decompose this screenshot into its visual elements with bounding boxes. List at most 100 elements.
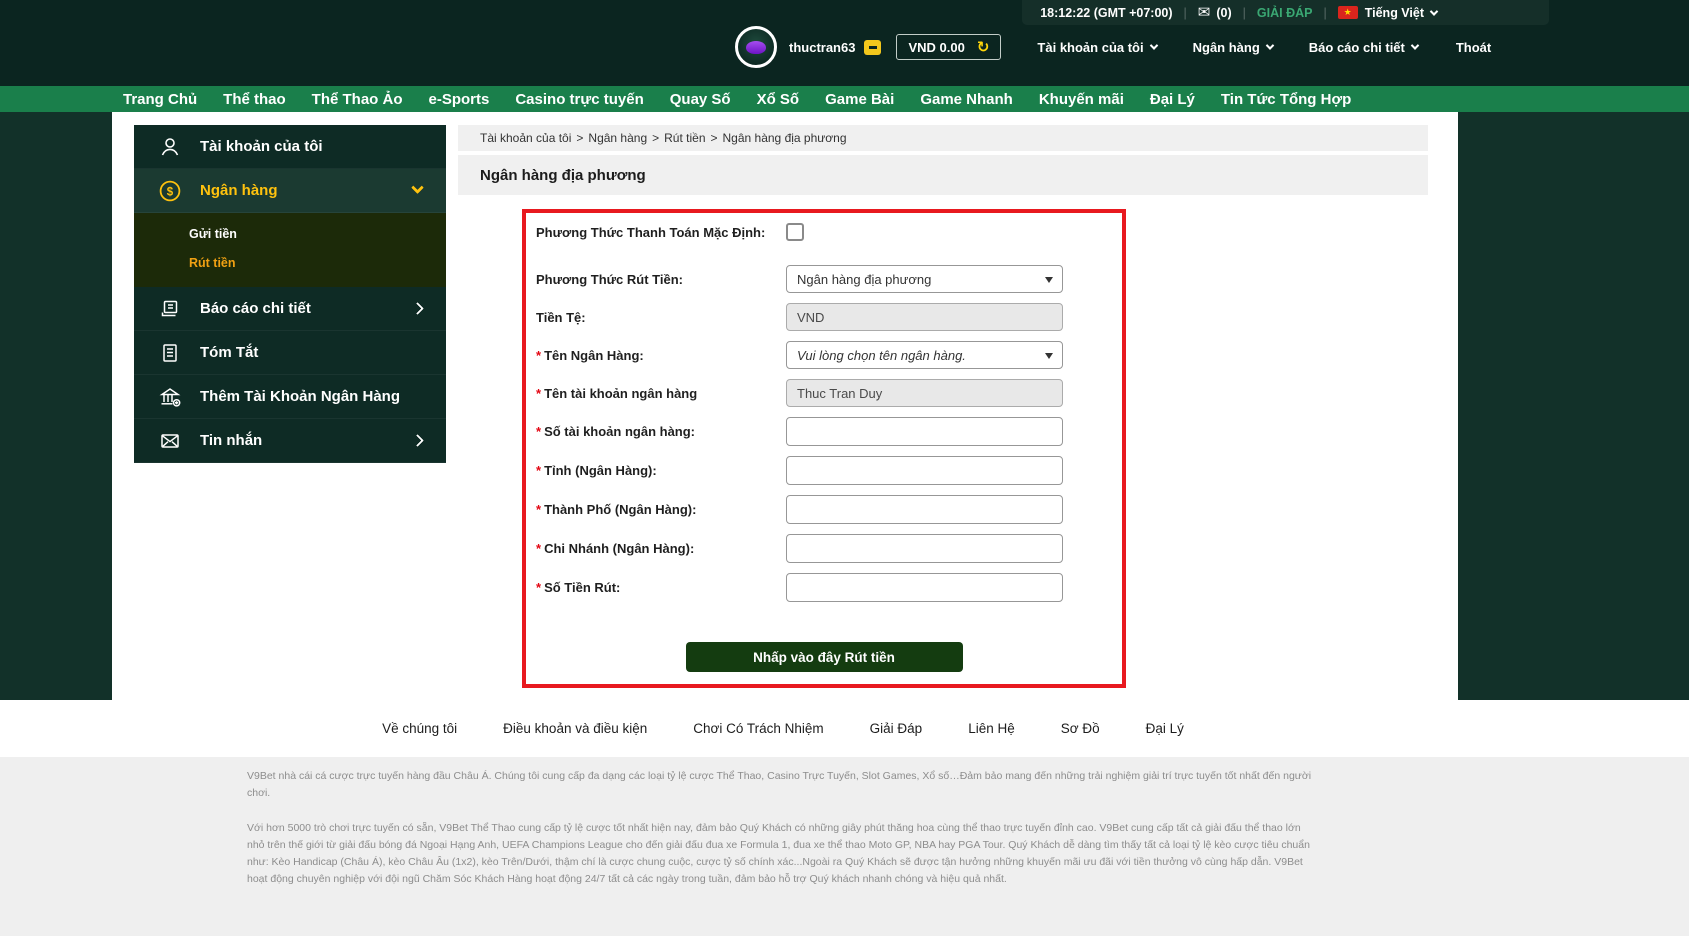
sidebar-item-messages[interactable]: Tin nhắn: [134, 419, 446, 463]
nav-item-game-bai[interactable]: Game Bài: [825, 91, 894, 108]
sidebar-item-reports[interactable]: Báo cáo chi tiết: [134, 287, 446, 331]
footer-link-sitemap[interactable]: Sơ Đồ: [1061, 721, 1100, 736]
withdrawal-form: Phương Thức Thanh Toán Mặc Định: Phương …: [522, 209, 1126, 688]
bank-account-number-input[interactable]: [786, 417, 1063, 446]
submit-row: Nhấp vào đây Rút tiền: [526, 642, 1122, 672]
field-label: Phương Thức Rút Tiền:: [526, 272, 786, 287]
nav-item-casino[interactable]: Casino trực tuyến: [515, 91, 643, 108]
content-column: Tài khoản của tôi > Ngân hàng > Rút tiền…: [458, 112, 1428, 700]
footer-link-responsible-gaming[interactable]: Chơi Có Trách Nhiệm: [693, 721, 823, 736]
page-title: Ngân hàng địa phương: [458, 155, 1428, 195]
footer-link-contact[interactable]: Liên Hệ: [968, 721, 1015, 736]
svg-text:$: $: [167, 186, 174, 198]
sidebar-subitem-withdraw[interactable]: Rút tiền: [134, 249, 446, 278]
breadcrumb-item-banking[interactable]: Ngân hàng: [588, 131, 647, 145]
vietnam-flag-icon: ★: [1338, 6, 1358, 19]
withdrawal-amount-input[interactable]: [786, 573, 1063, 602]
nav-item-xo-so[interactable]: Xổ Số: [757, 91, 800, 108]
bank-province-input[interactable]: [786, 456, 1063, 485]
chevron-down-icon: [1411, 41, 1419, 49]
field-label: *Chi Nhánh (Ngân Hàng):: [526, 541, 786, 556]
chevron-right-icon: [411, 302, 424, 315]
separator: |: [1323, 6, 1326, 20]
form-row: Phương Thức Thanh Toán Mặc Định:: [526, 223, 1122, 241]
withdraw-submit-button[interactable]: Nhấp vào đây Rút tiền: [686, 642, 963, 672]
message-icon: [158, 429, 182, 453]
form-row: *Tên Ngân Hàng: Vui lòng chọn tên ngân h…: [526, 341, 1122, 369]
nav-item-game-nhanh[interactable]: Game Nhanh: [920, 91, 1013, 108]
bank-city-input[interactable]: [786, 495, 1063, 524]
breadcrumb-item-withdraw[interactable]: Rút tiền: [664, 131, 705, 145]
clock: 18:12:22 (GMT +07:00): [1040, 6, 1172, 20]
nav-item-the-thao-ao[interactable]: Thể Thao Ảo: [312, 91, 403, 108]
default-payment-method-checkbox[interactable]: [786, 223, 804, 241]
footer-paragraph-1: V9Bet nhà cái cá cược trực tuyến hàng đầ…: [247, 768, 1319, 802]
footer-link-agent[interactable]: Đại Lý: [1146, 721, 1184, 736]
form-row: *Tỉnh (Ngân Hàng):: [526, 456, 1122, 485]
nav-item-khuyen-mai[interactable]: Khuyến mãi: [1039, 91, 1124, 108]
bank-branch-input[interactable]: [786, 534, 1063, 563]
form-row: Tiền Tệ: VND: [526, 303, 1122, 331]
hide-balance-toggle[interactable]: [864, 40, 881, 55]
nav-item-quay-so[interactable]: Quay Số: [670, 91, 731, 108]
main-navigation: Trang Chủ Thể thao Thể Thao Ảo e-Sports …: [0, 86, 1689, 112]
withdrawal-method-select[interactable]: Ngân hàng địa phương: [786, 265, 1063, 293]
balance-value: VND 0.00: [908, 40, 964, 55]
faq-link[interactable]: GIẢI ĐÁP: [1257, 6, 1313, 20]
nav-item-trang-chu[interactable]: Trang Chủ: [123, 91, 197, 108]
nav-item-tin-tuc[interactable]: Tin Tức Tổng Hợp: [1221, 91, 1351, 108]
required-marker: *: [536, 424, 541, 439]
breadcrumb-separator: >: [652, 131, 659, 145]
bank-name-select[interactable]: Vui lòng chọn tên ngân hàng.: [786, 341, 1063, 369]
avatar-gem-icon: [746, 41, 766, 54]
sidebar-item-label: Tin nhắn: [200, 432, 262, 449]
field-label: *Số tài khoản ngân hàng:: [526, 424, 786, 439]
footer-link-about[interactable]: Về chúng tôi: [382, 721, 457, 736]
language-selector[interactable]: ★ Tiếng Việt: [1338, 6, 1437, 20]
top-header: 18:12:22 (GMT +07:00) | ✉ (0) | GIẢI ĐÁP…: [0, 0, 1689, 86]
footer-links-bar: Về chúng tôi Điều khoản và điều kiện Chơ…: [0, 700, 1689, 757]
main-area: Tài khoản của tôi $ Ngân hàng Gửi tiền R…: [0, 112, 1689, 700]
menu-reports[interactable]: Báo cáo chi tiết: [1309, 40, 1418, 55]
sidebar-item-label: Ngân hàng: [200, 182, 278, 199]
field-label: *Số Tiền Rút:: [526, 580, 786, 595]
sidebar-item-account[interactable]: Tài khoản của tôi: [134, 125, 446, 169]
currency-field: VND: [786, 303, 1063, 331]
sidebar-item-label: Tài khoản của tôi: [200, 138, 323, 155]
footer-link-terms[interactable]: Điều khoản và điều kiện: [503, 721, 647, 736]
chevron-down-icon: [1266, 41, 1274, 49]
nav-item-dai-ly[interactable]: Đại Lý: [1150, 91, 1195, 108]
footer-link-faq[interactable]: Giải Đáp: [870, 721, 923, 736]
required-marker: *: [536, 463, 541, 478]
breadcrumb: Tài khoản của tôi > Ngân hàng > Rút tiền…: [458, 125, 1428, 151]
required-marker: *: [536, 580, 541, 595]
breadcrumb-item-account[interactable]: Tài khoản của tôi: [480, 131, 571, 145]
account-sidebar: Tài khoản của tôi $ Ngân hàng Gửi tiền R…: [134, 125, 446, 463]
form-row: *Số Tiền Rút:: [526, 573, 1122, 602]
form-row: Phương Thức Rút Tiền: Ngân hàng địa phươ…: [526, 265, 1122, 293]
sidebar-item-banking[interactable]: $ Ngân hàng: [134, 169, 446, 213]
required-marker: *: [536, 348, 541, 363]
field-label: *Tên Ngân Hàng:: [526, 348, 786, 363]
logout-button[interactable]: Thoát: [1456, 40, 1491, 55]
menu-account[interactable]: Tài khoản của tôi: [1037, 40, 1156, 55]
refresh-icon[interactable]: ↻: [977, 40, 990, 55]
sidebar-item-add-bank[interactable]: Thêm Tài Khoản Ngân Hàng: [134, 375, 446, 419]
user-icon: [158, 135, 182, 159]
form-row: *Chi Nhánh (Ngân Hàng):: [526, 534, 1122, 563]
mail-button[interactable]: ✉ (0): [1198, 5, 1232, 20]
page-root: 18:12:22 (GMT +07:00) | ✉ (0) | GIẢI ĐÁP…: [0, 0, 1689, 936]
minus-icon: [869, 46, 877, 49]
nav-item-esports[interactable]: e-Sports: [429, 91, 490, 108]
right-margin: [1458, 112, 1689, 700]
sidebar-subitem-deposit[interactable]: Gửi tiền: [134, 220, 446, 249]
sidebar-item-summary[interactable]: Tóm Tắt: [134, 331, 446, 375]
username: thuctran63: [789, 40, 855, 55]
field-label: *Tỉnh (Ngân Hàng):: [526, 463, 786, 478]
menu-banking[interactable]: Ngân hàng: [1193, 40, 1273, 55]
mail-icon: ✉: [1198, 5, 1211, 20]
avatar[interactable]: [735, 26, 777, 68]
footer-paragraph-2: Với hơn 5000 trò chơi trực tuyến có sẵn,…: [247, 820, 1319, 888]
breadcrumb-item-current: Ngân hàng địa phương: [723, 131, 847, 145]
nav-item-the-thao[interactable]: Thể thao: [223, 91, 286, 108]
